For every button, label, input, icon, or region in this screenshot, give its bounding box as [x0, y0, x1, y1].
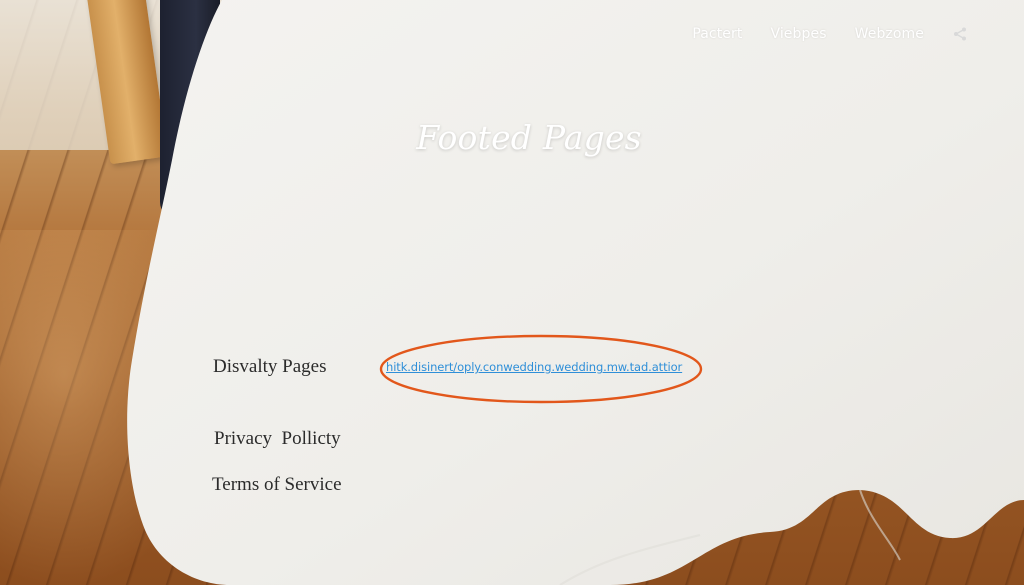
footer-link-disvalty-pages[interactable]: Disvalty Pages: [213, 356, 326, 378]
page-title: Footed Pages: [416, 118, 642, 157]
nav-link-webzome[interactable]: Webzome: [855, 26, 924, 42]
footer-link-privacy-policy[interactable]: Privacy Pollicty: [214, 428, 341, 450]
share-icon[interactable]: [952, 26, 968, 42]
nav-link-viebpes[interactable]: Viebpes: [770, 26, 826, 42]
tablecloth-surface: [127, 0, 1024, 585]
top-navigation: Pactert Viebpes Webzome: [692, 26, 968, 42]
url-link[interactable]: hitk.disinert/oply.conwedding.wedding.mw…: [386, 360, 682, 374]
highlighted-url-container: hitk.disinert/oply.conwedding.wedding.mw…: [378, 333, 704, 405]
footer-link-terms-of-service[interactable]: Terms of Service: [212, 474, 342, 496]
nav-link-pactert[interactable]: Pactert: [692, 26, 742, 42]
